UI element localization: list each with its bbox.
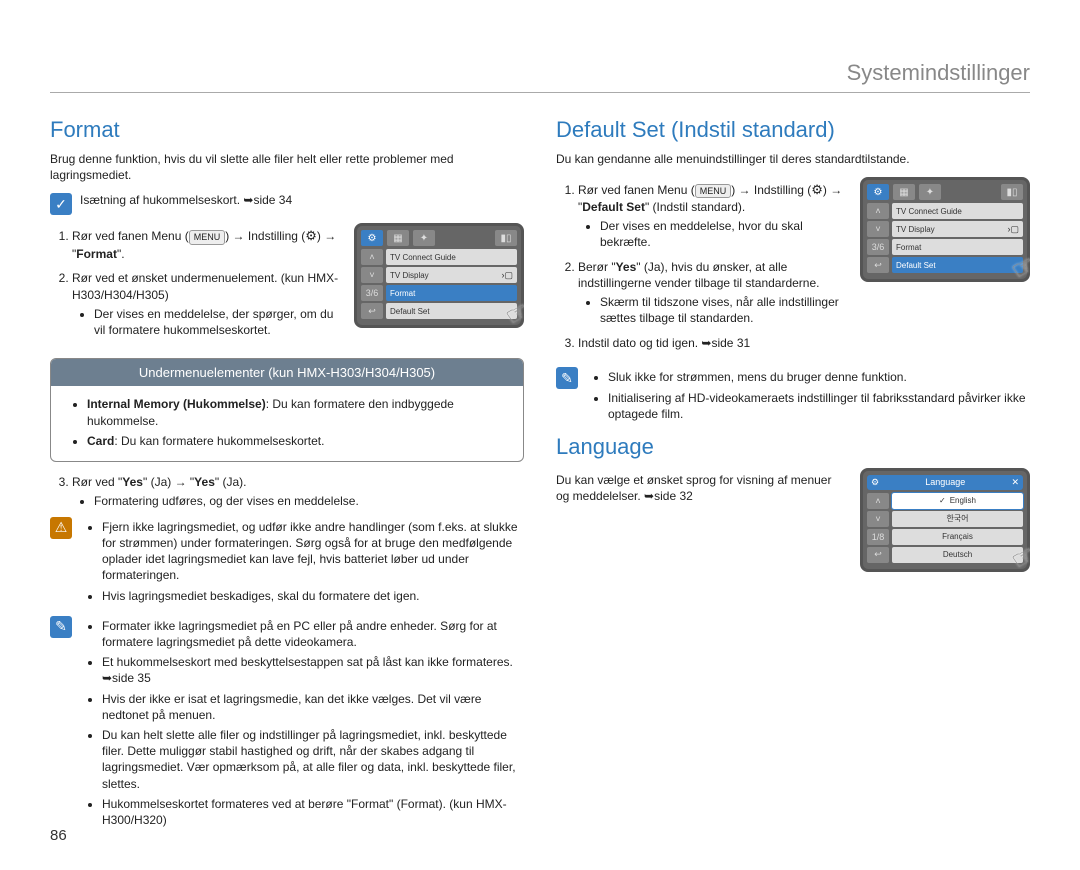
tab-icon: ▦ [893, 184, 915, 200]
note-icon: ✎ [556, 367, 578, 389]
gear-icon: ⚙ [305, 228, 317, 243]
device-item: TV Display›▢ [892, 221, 1023, 237]
note-block-left: ✎ Formater ikke lagringsmediet på en PC … [50, 616, 524, 832]
warn-bullet-2: Hvis lagringsmediet beskadiges, skal du … [102, 588, 524, 604]
menu-chip: MENU [695, 184, 732, 199]
note-l4: Du kan helt slette alle filer og indstil… [102, 727, 524, 792]
back-icon: ↩ [361, 303, 383, 319]
gear-tab-icon: ⚙ [867, 184, 889, 200]
default-step-1-bullet: Der vises en meddelelse, hvor du skal be… [600, 218, 848, 250]
page-header: Systemindstillinger [50, 60, 1030, 93]
default-steps: Rør ved fanen Menu (MENU) → Indstilling … [556, 181, 848, 351]
up-icon: ˄ [361, 249, 383, 265]
language-intro: Du kan vælge et ønsket sprog for visning… [556, 472, 848, 504]
section-format-title: Format [50, 117, 524, 143]
lang-item: 한국어 [892, 511, 1023, 527]
tab-icon-2: ✦ [413, 230, 435, 246]
section-language-title: Language [556, 434, 1030, 460]
device-item: TV Connect Guide [386, 249, 517, 265]
page-indicator: 3/6 [867, 239, 889, 255]
chevron-right-icon: ›▢ [501, 270, 513, 281]
back-icon: ↩ [867, 547, 889, 563]
default-step-3: Indstil dato og tid igen. ➥side 31 [578, 335, 848, 352]
default-step-2: Berør "Yes" (Ja), hvis du ønsker, at all… [578, 259, 848, 327]
battery-icon: ▮▯ [495, 230, 517, 246]
note-l1: Formater ikke lagringsmediet på en PC el… [102, 618, 524, 650]
device-lang-title: Language [925, 477, 965, 487]
close-icon: ✕ [1011, 477, 1019, 488]
format-intro: Brug denne funktion, hvis du vil slette … [50, 151, 524, 183]
submenu-box: Undermenuelementer (kun HMX-H303/H304/H3… [50, 358, 524, 462]
lang-item-selected: ✓English [892, 493, 1023, 509]
device-item-selected: Format [386, 285, 517, 301]
format-steps-cont: Rør ved "Yes" (Ja) → "Yes" (Ja). Formate… [50, 474, 524, 509]
submenu-item-2: Card: Du kan formatere hukommelseskortet… [87, 433, 509, 449]
up-icon: ˄ [867, 203, 889, 219]
device-screenshot-format: ⚙ ▦ ✦ ▮▯ ˄TV Connect Guide ˅TV Display›▢… [354, 223, 524, 328]
sd-note-text: Isætning af hukommelseskort. ➥side 34 [80, 193, 524, 207]
submenu-item-1: Internal Memory (Hukommelse): Du kan for… [87, 396, 509, 428]
warning-icon: ⚠ [50, 517, 72, 539]
down-icon: ˅ [867, 511, 889, 527]
battery-icon: ▮▯ [1001, 184, 1023, 200]
device-item: Default Set [386, 303, 517, 319]
device-item: TV Display›▢ [386, 267, 517, 283]
default-intro: Du kan gendanne alle menuindstillinger t… [556, 151, 1030, 167]
up-icon: ˄ [867, 493, 889, 509]
tab-icon: ▦ [387, 230, 409, 246]
page-indicator: 3/6 [361, 285, 383, 301]
check-icon: ✓ [50, 193, 72, 215]
d-note-1: Sluk ikke for strømmen, mens du bruger d… [608, 369, 1030, 385]
gear-icon: ⚙ [871, 477, 879, 488]
note-l3: Hvis der ikke er isat et lagringsmedie, … [102, 691, 524, 723]
format-step-2: Rør ved et ønsket undermenuelement. (kun… [72, 270, 342, 338]
section-default-title: Default Set (Indstil standard) [556, 117, 1030, 143]
device-item-selected: Default Set [892, 257, 1023, 273]
note-l5: Hukommelseskortet formateres ved at berø… [102, 796, 524, 828]
chevron-right-icon: ›▢ [1007, 224, 1019, 235]
d-note-2: Initialisering af HD-videokameraets inds… [608, 390, 1030, 422]
submenu-header: Undermenuelementer (kun HMX-H303/H304/H3… [51, 359, 523, 386]
left-column: Format Brug denne funktion, hvis du vil … [50, 111, 524, 840]
page-number: 86 [50, 827, 67, 844]
format-step-1: Rør ved fanen Menu (MENU) → Indstilling … [72, 227, 342, 262]
warn-bullet-1: Fjern ikke lagringsmediet, og udfør ikke… [102, 519, 524, 584]
down-icon: ˅ [361, 267, 383, 283]
sd-note-row: ✓ Isætning af hukommelseskort. ➥side 34 [50, 193, 524, 215]
format-step-2-bullet: Der vises en meddelelse, der spørger, om… [94, 306, 342, 338]
device-screenshot-default: ⚙ ▦ ✦ ▮▯ ˄TV Connect Guide ˅TV Display›▢… [860, 177, 1030, 282]
default-step-2-bullet: Skærm til tidszone vises, når alle indst… [600, 294, 848, 326]
right-column: Default Set (Indstil standard) Du kan ge… [556, 111, 1030, 840]
gear-tab-icon: ⚙ [361, 230, 383, 246]
lang-item: Français [892, 529, 1023, 545]
note-l2: Et hukommelseskort med beskyttelsestappe… [102, 654, 524, 686]
back-icon: ↩ [867, 257, 889, 273]
down-icon: ˅ [867, 221, 889, 237]
device-item: Format [892, 239, 1023, 255]
check-icon: ✓ [939, 496, 946, 505]
note-icon: ✎ [50, 616, 72, 638]
warning-block: ⚠ Fjern ikke lagringsmediet, og udfør ik… [50, 517, 524, 608]
lang-item: Deutsch [892, 547, 1023, 563]
gear-icon: ⚙ [811, 182, 823, 197]
format-steps: Rør ved fanen Menu (MENU) → Indstilling … [50, 227, 342, 338]
device-item: TV Connect Guide [892, 203, 1023, 219]
default-step-1: Rør ved fanen Menu (MENU) → Indstilling … [578, 181, 848, 250]
note-block-right: ✎ Sluk ikke for strømmen, mens du bruger… [556, 367, 1030, 426]
menu-chip: MENU [189, 230, 226, 245]
tab-icon-2: ✦ [919, 184, 941, 200]
page-indicator: 1/8 [867, 529, 889, 545]
device-screenshot-language: ⚙ Language ✕ ˄✓English ˅한국어 1/8Français … [860, 468, 1030, 572]
format-step-3-bullet: Formatering udføres, og der vises en med… [94, 493, 524, 509]
format-step-3: Rør ved "Yes" (Ja) → "Yes" (Ja). Formate… [72, 474, 524, 509]
